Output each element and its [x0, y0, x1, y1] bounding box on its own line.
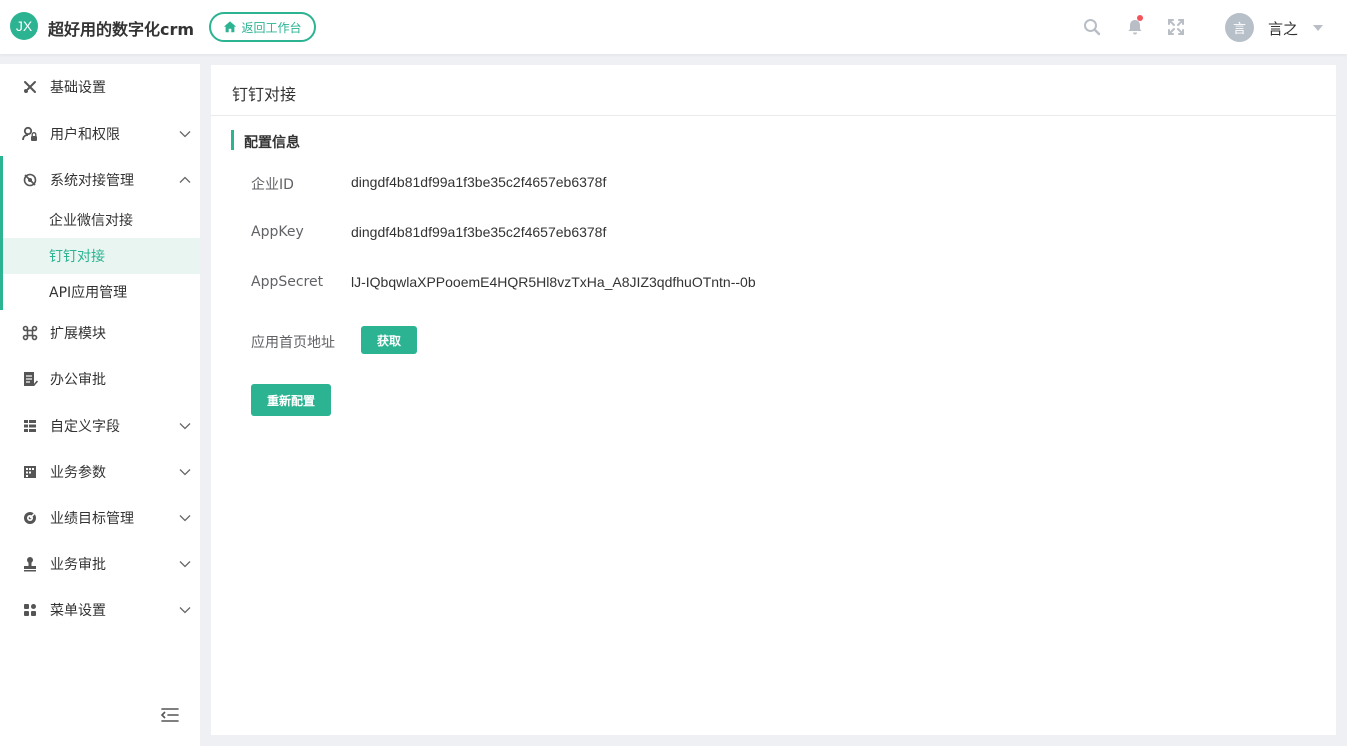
page-title: 钉钉对接: [232, 85, 297, 104]
user-lock-icon: [22, 126, 38, 142]
target-icon: [22, 510, 38, 526]
homepage-url-label: 应用首页地址: [251, 335, 335, 351]
sidebar-item-business-params[interactable]: 业务参数: [0, 454, 200, 490]
divider: [211, 115, 1336, 116]
sidebar-subitem-wecom[interactable]: 企业微信对接: [3, 202, 200, 238]
appsecret-label: AppSecret: [251, 274, 324, 290]
grid-icon: [22, 464, 38, 480]
sidebar-item-label: 系统对接管理: [50, 173, 134, 189]
chevron-down-icon: [179, 131, 191, 138]
sidebar-item-users-permissions[interactable]: 用户和权限: [0, 116, 200, 152]
appsecret-value: lJ-IQbqwlaXPPooemE4HQR5Hl8vzTxHa_A8JIZ3q…: [351, 274, 756, 290]
corp-id-label: 企业ID: [251, 177, 294, 193]
reconfigure-button[interactable]: 重新配置: [251, 384, 331, 416]
chevron-down-icon: [179, 561, 191, 568]
home-icon: [224, 21, 237, 33]
avatar[interactable]: 言: [1225, 13, 1254, 42]
document-icon: [22, 371, 38, 387]
sidebar-item-label: 办公审批: [50, 372, 106, 388]
sidebar-item-menu-settings[interactable]: 菜单设置: [0, 592, 200, 628]
sidebar-subitem-label: API应用管理: [49, 285, 128, 301]
main-panel: 钉钉对接 配置信息 企业ID dingdf4b81df99a1f3be35c2f…: [211, 65, 1336, 735]
fetch-button[interactable]: 获取: [361, 326, 417, 354]
sidebar-item-system-integration[interactable]: 系统对接管理: [0, 162, 200, 198]
chevron-down-icon: [179, 469, 191, 476]
sidebar-item-business-approval[interactable]: 业务审批: [0, 546, 200, 582]
back-button-label: 返回工作台: [241, 20, 302, 35]
sidebar: 基础设置 用户和权限 系统对接管理 企业微信对接 钉钉对接 API应用管理 扩展…: [0, 64, 200, 746]
sidebar-subitem-dingtalk[interactable]: 钉钉对接: [3, 238, 200, 274]
apps-icon: [22, 602, 38, 618]
user-name[interactable]: 言之: [1268, 18, 1298, 39]
tools-icon: [22, 79, 38, 95]
chevron-up-icon: [179, 176, 191, 183]
stamp-icon: [22, 556, 38, 572]
sidebar-item-label: 菜单设置: [50, 603, 106, 619]
collapse-sidebar-icon[interactable]: [160, 707, 180, 723]
appkey-value: dingdf4b81df99a1f3be35c2f4657eb6378f: [351, 224, 607, 240]
app-title: 超好用的数字化crm: [48, 20, 195, 39]
chevron-down-icon: [179, 607, 191, 614]
chevron-down-icon[interactable]: [1313, 25, 1323, 31]
command-icon: [22, 325, 38, 341]
sidebar-item-label: 业务审批: [50, 557, 106, 573]
sidebar-item-custom-fields[interactable]: 自定义字段: [0, 408, 200, 444]
search-icon[interactable]: [1083, 18, 1101, 36]
sidebar-item-label: 业绩目标管理: [50, 511, 134, 527]
fullscreen-icon[interactable]: [1167, 18, 1185, 36]
chevron-down-icon: [179, 423, 191, 430]
sidebar-item-label: 基础设置: [50, 80, 106, 96]
appkey-label: AppKey: [251, 224, 304, 240]
sidebar-item-extension-modules[interactable]: 扩展模块: [0, 315, 200, 351]
chevron-down-icon: [179, 515, 191, 522]
sidebar-item-performance-goals[interactable]: 业绩目标管理: [0, 500, 200, 536]
connect-icon: [22, 172, 38, 188]
corp-id-value: dingdf4b81df99a1f3be35c2f4657eb6378f: [351, 174, 607, 190]
notification-dot: [1137, 15, 1143, 21]
sidebar-subitem-label: 企业微信对接: [49, 213, 133, 229]
sidebar-subitem-label: 钉钉对接: [49, 249, 105, 265]
sidebar-item-office-approval[interactable]: 办公审批: [0, 361, 200, 397]
logo: JX: [10, 12, 38, 40]
section-title: 配置信息: [244, 135, 300, 151]
sidebar-item-label: 扩展模块: [50, 326, 106, 342]
top-header: JX 超好用的数字化crm 返回工作台 言 言之: [0, 0, 1347, 54]
sidebar-item-label: 业务参数: [50, 465, 106, 481]
sidebar-item-label: 用户和权限: [50, 127, 120, 143]
section-accent-bar: [231, 130, 234, 150]
list-icon: [22, 418, 38, 434]
sidebar-item-basic-settings[interactable]: 基础设置: [0, 69, 200, 105]
back-to-workbench-button[interactable]: 返回工作台: [209, 12, 316, 42]
sidebar-item-label: 自定义字段: [50, 419, 120, 435]
sidebar-subitem-api-apps[interactable]: API应用管理: [3, 274, 200, 310]
